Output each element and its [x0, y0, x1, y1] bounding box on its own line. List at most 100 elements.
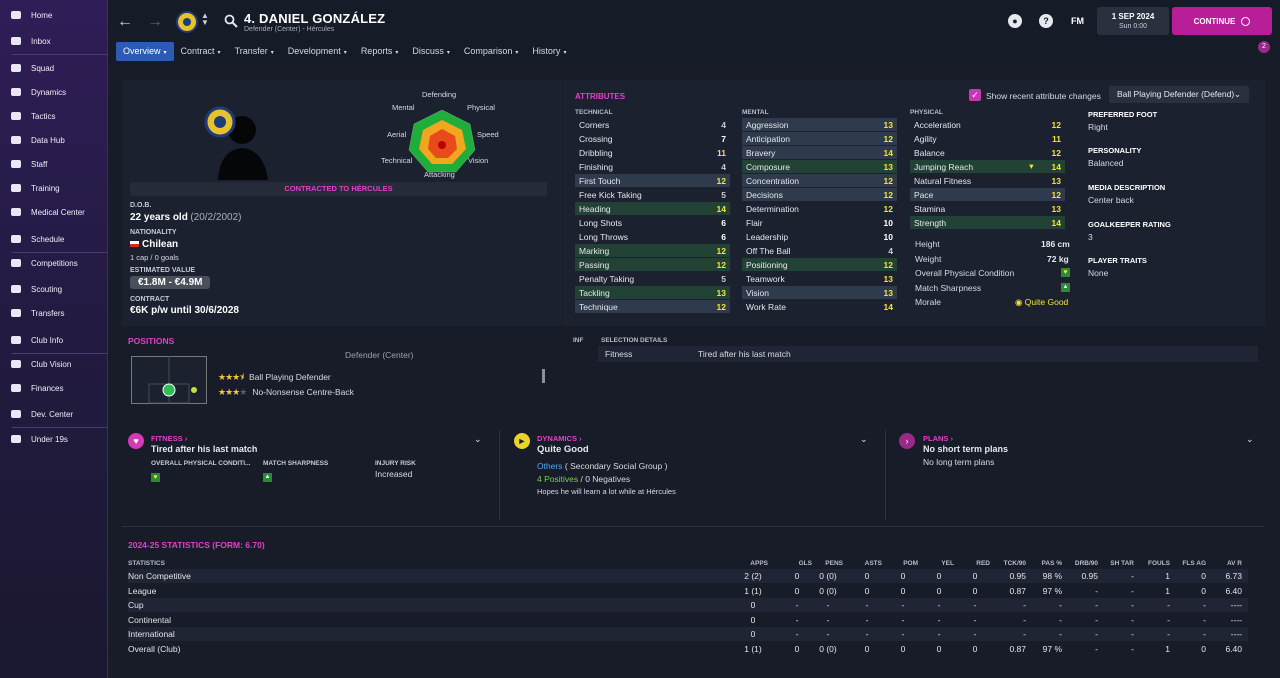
tab-transfer[interactable]: Transfer ▾ [228, 42, 281, 61]
attribute-row-concentration[interactable]: Concentration 12 [742, 174, 897, 187]
stats-col-header[interactable]: GLS [782, 560, 812, 567]
sidebar-item-staff[interactable]: Staff [0, 152, 108, 176]
attribute-row-acceleration[interactable]: Acceleration 12 [910, 118, 1065, 131]
forward-arrow-icon[interactable]: → [145, 12, 165, 32]
sidebar-item-inbox[interactable]: Inbox [0, 29, 108, 53]
tab-comparison[interactable]: Comparison ▾ [457, 42, 526, 61]
sidebar-item-tactics[interactable]: Tactics [0, 104, 108, 128]
attribute-row-determination[interactable]: Determination 12 [742, 202, 897, 215]
roles-scrollbar[interactable] [542, 369, 545, 383]
club-crest-icon[interactable] [176, 11, 198, 33]
notification-badge[interactable]: 2 [1258, 41, 1270, 53]
sidebar-item-finances[interactable]: Finances [0, 376, 108, 400]
attribute-row-off-the-ball[interactable]: Off The Ball 4 [742, 244, 897, 257]
stats-col-header[interactable]: RED [960, 560, 990, 567]
show-changes-checkbox[interactable]: ✓ [969, 89, 981, 101]
stats-row[interactable]: Continental 0- - - - - - - - - - - - ---- [128, 613, 1248, 627]
attribute-row-teamwork[interactable]: Teamwork 13 [742, 272, 897, 285]
sidebar-item-under-19s[interactable]: Under 19s [0, 427, 108, 451]
sidebar-item-schedule[interactable]: Schedule [0, 227, 108, 251]
sidebar-item-scouting[interactable]: Scouting [0, 277, 108, 301]
attribute-row-crossing[interactable]: Crossing 7 [575, 132, 730, 145]
attribute-row-free-kick-taking[interactable]: Free Kick Taking 5 [575, 188, 730, 201]
attribute-row-long-throws[interactable]: Long Throws 6 [575, 230, 730, 243]
sidebar-item-transfers[interactable]: Transfers [0, 301, 108, 325]
attribute-row-first-touch[interactable]: First Touch 12 [575, 174, 730, 187]
attribute-row-positioning[interactable]: Positioning 12 [742, 258, 897, 271]
role-row[interactable]: ★★★★ No-Nonsense Centre-Back [218, 387, 354, 398]
stats-row[interactable]: Overall (Club) 1 (1) 0 0 (0) 0 0 0 0 0.87 97 % - - 1… [128, 642, 1248, 656]
stats-row[interactable]: League 1 (1) 0 0 (0) 0 0 0 0 0.87 97 % - - 1 0 6.40 [128, 584, 1248, 598]
sidebar-item-club-vision[interactable]: Club Vision [0, 352, 108, 376]
attribute-row-decisions[interactable]: Decisions 12 [742, 188, 897, 201]
nationality-value[interactable]: Chilean [142, 239, 178, 250]
stats-col-header[interactable]: SH TAR [1104, 560, 1134, 567]
attribute-row-vision[interactable]: Vision 13 [742, 286, 897, 299]
attribute-row-agility[interactable]: Agility 11 [910, 132, 1065, 145]
help-icon[interactable]: ? [1039, 14, 1053, 28]
stats-col-header[interactable]: YEL [924, 560, 954, 567]
stats-row[interactable]: International 0- - - - - - - - - - - - ---- [128, 627, 1248, 641]
attribute-row-corners[interactable]: Corners 4 [575, 118, 730, 131]
sidebar-item-data-hub[interactable]: Data Hub [0, 128, 108, 152]
player-switch-icon[interactable]: ▲ ▼ [201, 12, 209, 27]
continue-button[interactable]: CONTINUE [1172, 7, 1272, 35]
attribute-row-pace[interactable]: Pace 12 [910, 188, 1065, 201]
social-group[interactable]: Others [537, 461, 563, 471]
attribute-row-composure[interactable]: Composure 13 [742, 160, 897, 173]
sidebar-item-competitions[interactable]: Competitions [0, 251, 108, 275]
role-select[interactable]: Ball Playing Defender (Defend) ⌄ [1109, 86, 1249, 103]
stats-col-header[interactable]: STATISTICS [128, 560, 165, 567]
stats-col-header[interactable]: FLS AG [1176, 560, 1206, 567]
attribute-row-leadership[interactable]: Leadership 10 [742, 230, 897, 243]
attribute-row-penalty-taking[interactable]: Penalty Taking 5 [575, 272, 730, 285]
search-icon[interactable] [224, 14, 238, 28]
fitness-expand-icon[interactable]: ⌄ [474, 434, 482, 445]
attribute-row-strength[interactable]: Strength 14 [910, 216, 1065, 229]
attribute-row-aggression[interactable]: Aggression 13 [742, 118, 897, 131]
stats-col-header[interactable]: PENS [813, 560, 843, 567]
stats-row[interactable]: Cup 0- - - - - - - - - - - - ---- [128, 598, 1248, 612]
tab-discuss[interactable]: Discuss ▾ [405, 42, 457, 61]
attribute-row-dribbling[interactable]: Dribbling 11 [575, 146, 730, 159]
sidebar-item-dev-center[interactable]: Dev. Center [0, 402, 108, 426]
sidebar-item-club-info[interactable]: Club Info [0, 328, 108, 352]
attribute-row-long-shots[interactable]: Long Shots 6 [575, 216, 730, 229]
sidebar-item-dynamics[interactable]: Dynamics [0, 80, 108, 104]
tab-contract[interactable]: Contract ▾ [174, 42, 228, 61]
attribute-row-flair[interactable]: Flair 10 [742, 216, 897, 229]
stats-col-header[interactable]: PAS % [1032, 560, 1062, 567]
plans-expand-icon[interactable]: ⌄ [1246, 434, 1254, 445]
date-display[interactable]: 1 SEP 2024 Sun 0:00 [1097, 7, 1169, 35]
tab-development[interactable]: Development ▾ [281, 42, 354, 61]
sidebar-item-home[interactable]: Home [0, 3, 108, 27]
tab-reports[interactable]: Reports ▾ [354, 42, 406, 61]
stats-col-header[interactable]: APPS [738, 560, 768, 567]
fm-menu-button[interactable]: FM [1071, 16, 1084, 26]
stats-col-header[interactable]: DRB/90 [1068, 560, 1098, 567]
sidebar-item-training[interactable]: Training [0, 176, 108, 200]
dynamics-link[interactable]: DYNAMICS › [537, 434, 582, 443]
attribute-row-balance[interactable]: Balance 12 [910, 146, 1065, 159]
attribute-row-marking[interactable]: Marking 12 [575, 244, 730, 257]
ball-icon[interactable]: ● [1008, 14, 1022, 28]
attribute-row-passing[interactable]: Passing 12 [575, 258, 730, 271]
attribute-row-jumping-reach[interactable]: Jumping Reach ▾ 14 [910, 160, 1065, 173]
value-pill[interactable]: €1.8M - €4.9M [130, 276, 211, 289]
attribute-row-bravery[interactable]: Bravery 14 [742, 146, 897, 159]
stats-row[interactable]: Non Competitive 2 (2) 0 0 (0) 0 0 0 0 0.95 98 % 0.… [128, 569, 1248, 583]
back-arrow-icon[interactable]: ← [115, 12, 135, 32]
attribute-row-tackling[interactable]: Tackling 13 [575, 286, 730, 299]
stats-col-header[interactable]: AV R [1212, 560, 1242, 567]
tab-overview[interactable]: Overview ▾ [116, 42, 174, 61]
attribute-row-work-rate[interactable]: Work Rate 14 [742, 300, 897, 313]
attribute-row-finishing[interactable]: Finishing 4 [575, 160, 730, 173]
attribute-row-anticipation[interactable]: Anticipation 12 [742, 132, 897, 145]
plans-link[interactable]: PLANS › [923, 434, 953, 443]
attribute-row-technique[interactable]: Technique 12 [575, 300, 730, 313]
sidebar-item-medical-center[interactable]: Medical Center [0, 200, 108, 224]
attribute-row-heading[interactable]: Heading 14 [575, 202, 730, 215]
attribute-row-natural-fitness[interactable]: Natural Fitness 13 [910, 174, 1065, 187]
role-row[interactable]: ★★★⯨ Ball Playing Defender [218, 370, 331, 386]
fitness-link[interactable]: FITNESS › [151, 434, 187, 443]
